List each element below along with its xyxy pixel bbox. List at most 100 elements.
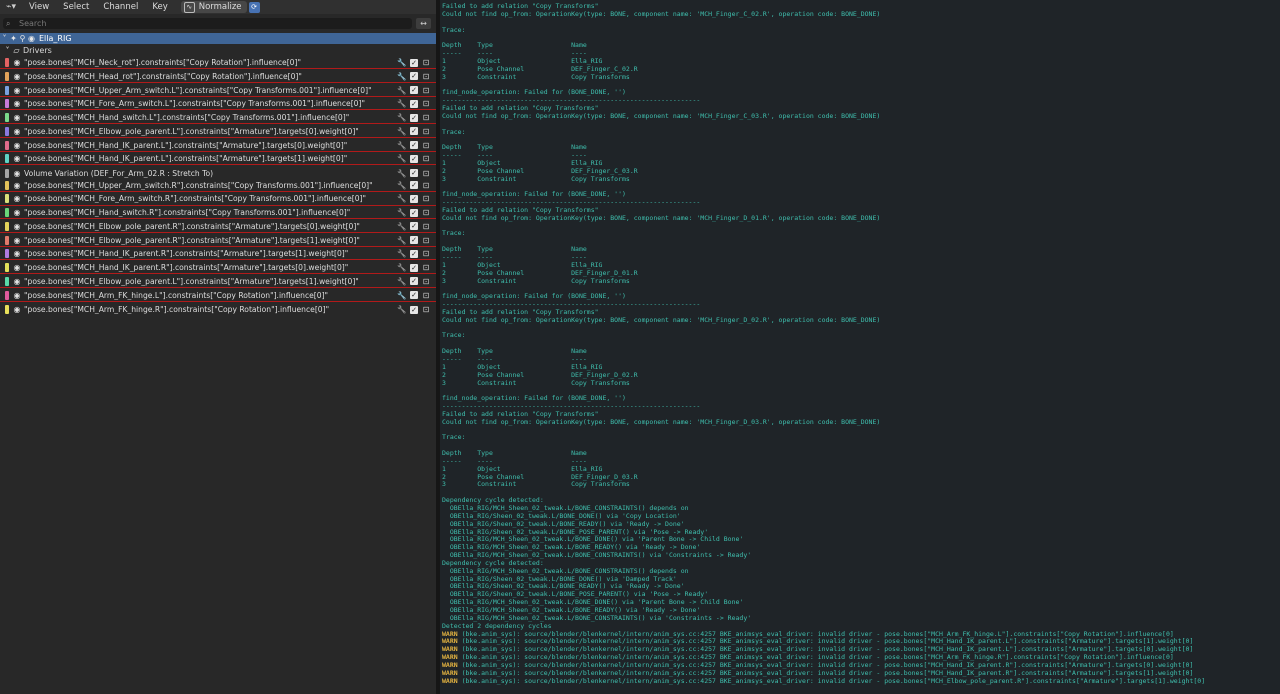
fcurve-row[interactable]: ◉ "pose.bones["MCH_Arm_FK_hinge.L"].const… <box>0 290 436 302</box>
editor-type-selector[interactable]: ⌁▾ <box>0 0 22 14</box>
eye-icon[interactable]: ◉ <box>12 169 22 178</box>
drivers-group-row[interactable]: ˅ ▱ Drivers <box>0 45 436 56</box>
mute-checkbox[interactable]: ✓ <box>410 58 418 67</box>
chevron-down-icon[interactable]: ˅ <box>3 46 12 55</box>
mute-checkbox[interactable]: ✓ <box>410 181 418 190</box>
unlock-icon[interactable]: ⊡ <box>420 222 432 231</box>
wrench-icon[interactable]: 🔧 <box>396 249 408 258</box>
fcurve-row[interactable]: ◉ "pose.bones["MCH_Arm_FK_hinge.R"].const… <box>0 303 436 316</box>
wrench-icon[interactable]: 🔧 <box>396 222 408 231</box>
object-channel-row[interactable]: ˅ ✦ ⚲ ◉ Ella_RIG <box>0 33 436 44</box>
auto-normalize-icon[interactable]: ⟳ <box>248 1 260 13</box>
eye-icon[interactable]: ◉ <box>12 277 22 286</box>
mute-checkbox[interactable]: ✓ <box>410 141 418 149</box>
fcurve-row[interactable]: ◉ "pose.bones["MCH_Hand_switch.L"].constr… <box>0 112 436 125</box>
mute-checkbox[interactable]: ✓ <box>410 194 418 203</box>
eye-icon[interactable]: ◉ <box>12 58 22 67</box>
unlock-icon[interactable]: ⊡ <box>420 154 432 163</box>
fcurve-row[interactable]: ◉ "pose.bones["MCH_Hand_IK_parent.R"].con… <box>0 262 436 275</box>
search-input[interactable] <box>16 19 412 28</box>
mute-checkbox[interactable]: ✓ <box>410 99 418 108</box>
fcurve-row[interactable]: ◉ "pose.bones["MCH_Fore_Arm_switch.L"].co… <box>0 98 436 111</box>
unlock-icon[interactable]: ⊡ <box>420 249 432 258</box>
mute-checkbox[interactable]: ✓ <box>410 249 418 258</box>
eye-icon[interactable]: ◉ <box>12 208 22 217</box>
eye-icon[interactable]: ◉ <box>12 263 22 272</box>
wrench-icon[interactable]: 🔧 <box>396 208 408 217</box>
expand-arrows-icon[interactable]: ↔ <box>416 18 431 29</box>
unlock-icon[interactable]: ⊡ <box>420 305 432 314</box>
eye-icon[interactable]: ◉ <box>12 141 22 150</box>
eye-icon[interactable]: ◉ <box>12 291 22 300</box>
pin-icon[interactable]: ⚲ <box>18 34 27 43</box>
eye-icon[interactable]: ◉ <box>12 222 22 231</box>
eye-icon[interactable]: ◉ <box>12 249 22 258</box>
eye-icon[interactable]: ◉ <box>12 181 22 190</box>
wrench-icon[interactable]: 🔧 <box>396 127 408 136</box>
eye-icon[interactable]: ◉ <box>12 154 22 163</box>
menu-key[interactable]: Key <box>145 0 174 14</box>
eye-icon[interactable]: ◉ <box>12 113 22 122</box>
mute-checkbox[interactable]: ✓ <box>410 154 418 163</box>
wrench-icon[interactable]: 🔧 <box>396 305 408 314</box>
normalize-toggle[interactable]: ∿ Normalize <box>180 1 247 13</box>
fcurve-row[interactable]: ◉ Volume Variation (DEF_For_Arm_02.R : St… <box>0 167 436 180</box>
fcurve-row[interactable]: ◉ "pose.bones["MCH_Fore_Arm_switch.R"].co… <box>0 193 436 206</box>
menu-channel[interactable]: Channel <box>96 0 145 14</box>
wrench-icon[interactable]: 🔧 <box>396 236 408 245</box>
fcurve-row[interactable]: ◉ "pose.bones["MCH_Hand_IK_parent.R"].con… <box>0 248 436 261</box>
unlock-icon[interactable]: ⊡ <box>420 99 432 108</box>
fcurve-row[interactable]: ◉ "pose.bones["MCH_Neck_rot"].constraints… <box>0 57 436 70</box>
unlock-icon[interactable]: ⊡ <box>420 72 432 81</box>
fcurve-row[interactable]: ◉ "pose.bones["MCH_Hand_switch.R"].constr… <box>0 207 436 220</box>
fcurve-row[interactable]: ◉ "pose.bones["MCH_Upper_Arm_switch.R"].c… <box>0 180 436 192</box>
unlock-icon[interactable]: ⊡ <box>420 113 432 122</box>
unlock-icon[interactable]: ⊡ <box>420 127 432 136</box>
unlock-icon[interactable]: ⊡ <box>420 194 432 203</box>
mute-checkbox[interactable]: ✓ <box>410 86 418 95</box>
wrench-icon[interactable]: 🔧 <box>396 113 408 122</box>
menu-view[interactable]: View <box>22 0 56 14</box>
mute-checkbox[interactable]: ✓ <box>410 291 418 300</box>
eye-icon[interactable]: ◉ <box>27 34 36 43</box>
unlock-icon[interactable]: ⊡ <box>420 263 432 272</box>
fcurve-row[interactable]: ◉ "pose.bones["MCH_Elbow_pole_parent.R"].… <box>0 235 436 247</box>
chevron-down-icon[interactable]: ˅ <box>0 34 9 43</box>
eye-icon[interactable]: ◉ <box>12 194 22 203</box>
mute-checkbox[interactable]: ✓ <box>410 208 418 217</box>
unlock-icon[interactable]: ⊡ <box>420 141 432 150</box>
wrench-icon[interactable]: 🔧 <box>396 58 408 67</box>
unlock-icon[interactable]: ⊡ <box>420 291 432 300</box>
mute-checkbox[interactable]: ✓ <box>410 222 418 231</box>
unlock-icon[interactable]: ⊡ <box>420 236 432 245</box>
wrench-icon[interactable]: 🔧 <box>396 141 408 150</box>
fcurve-row[interactable]: ◉ "pose.bones["MCH_Hand_IK_parent.L"].con… <box>0 139 436 152</box>
mute-checkbox[interactable]: ✓ <box>410 263 418 272</box>
wrench-icon[interactable]: 🔧 <box>396 154 408 163</box>
fcurve-row[interactable]: ◉ "pose.bones["MCH_Hand_IK_parent.L"].con… <box>0 153 436 166</box>
unlock-icon[interactable]: ⊡ <box>420 169 432 178</box>
unlock-icon[interactable]: ⊡ <box>420 86 432 95</box>
mute-checkbox[interactable]: ✓ <box>410 72 418 81</box>
unlock-icon[interactable]: ⊡ <box>420 208 432 217</box>
mute-checkbox[interactable]: ✓ <box>410 169 418 178</box>
eye-icon[interactable]: ◉ <box>12 305 22 314</box>
wrench-icon[interactable]: 🔧 <box>396 181 408 190</box>
fcurve-row[interactable]: ◉ "pose.bones["MCH_Elbow_pole_parent.L"].… <box>0 276 436 288</box>
unlock-icon[interactable]: ⊡ <box>420 181 432 190</box>
wrench-icon[interactable]: 🔧 <box>396 72 408 81</box>
unlock-icon[interactable]: ⊡ <box>420 277 432 286</box>
fcurve-row[interactable]: ◉ "pose.bones["MCH_Elbow_pole_parent.R"].… <box>0 221 436 234</box>
search-field[interactable]: ⌕ <box>3 18 412 29</box>
eye-icon[interactable]: ◉ <box>12 86 22 95</box>
mute-checkbox[interactable]: ✓ <box>410 236 418 245</box>
wrench-icon[interactable]: 🔧 <box>396 277 408 286</box>
mute-checkbox[interactable]: ✓ <box>410 127 418 136</box>
fcurve-row[interactable]: ◉ "pose.bones["MCH_Elbow_pole_parent.L"].… <box>0 126 436 138</box>
mute-checkbox[interactable]: ✓ <box>410 113 418 122</box>
eye-icon[interactable]: ◉ <box>12 72 22 81</box>
fcurve-row[interactable]: ◉ "pose.bones["MCH_Upper_Arm_switch.L"].c… <box>0 84 436 97</box>
mute-checkbox[interactable]: ✓ <box>410 277 418 286</box>
wrench-icon[interactable]: 🔧 <box>396 99 408 108</box>
wrench-icon[interactable]: 🔧 <box>396 291 408 300</box>
